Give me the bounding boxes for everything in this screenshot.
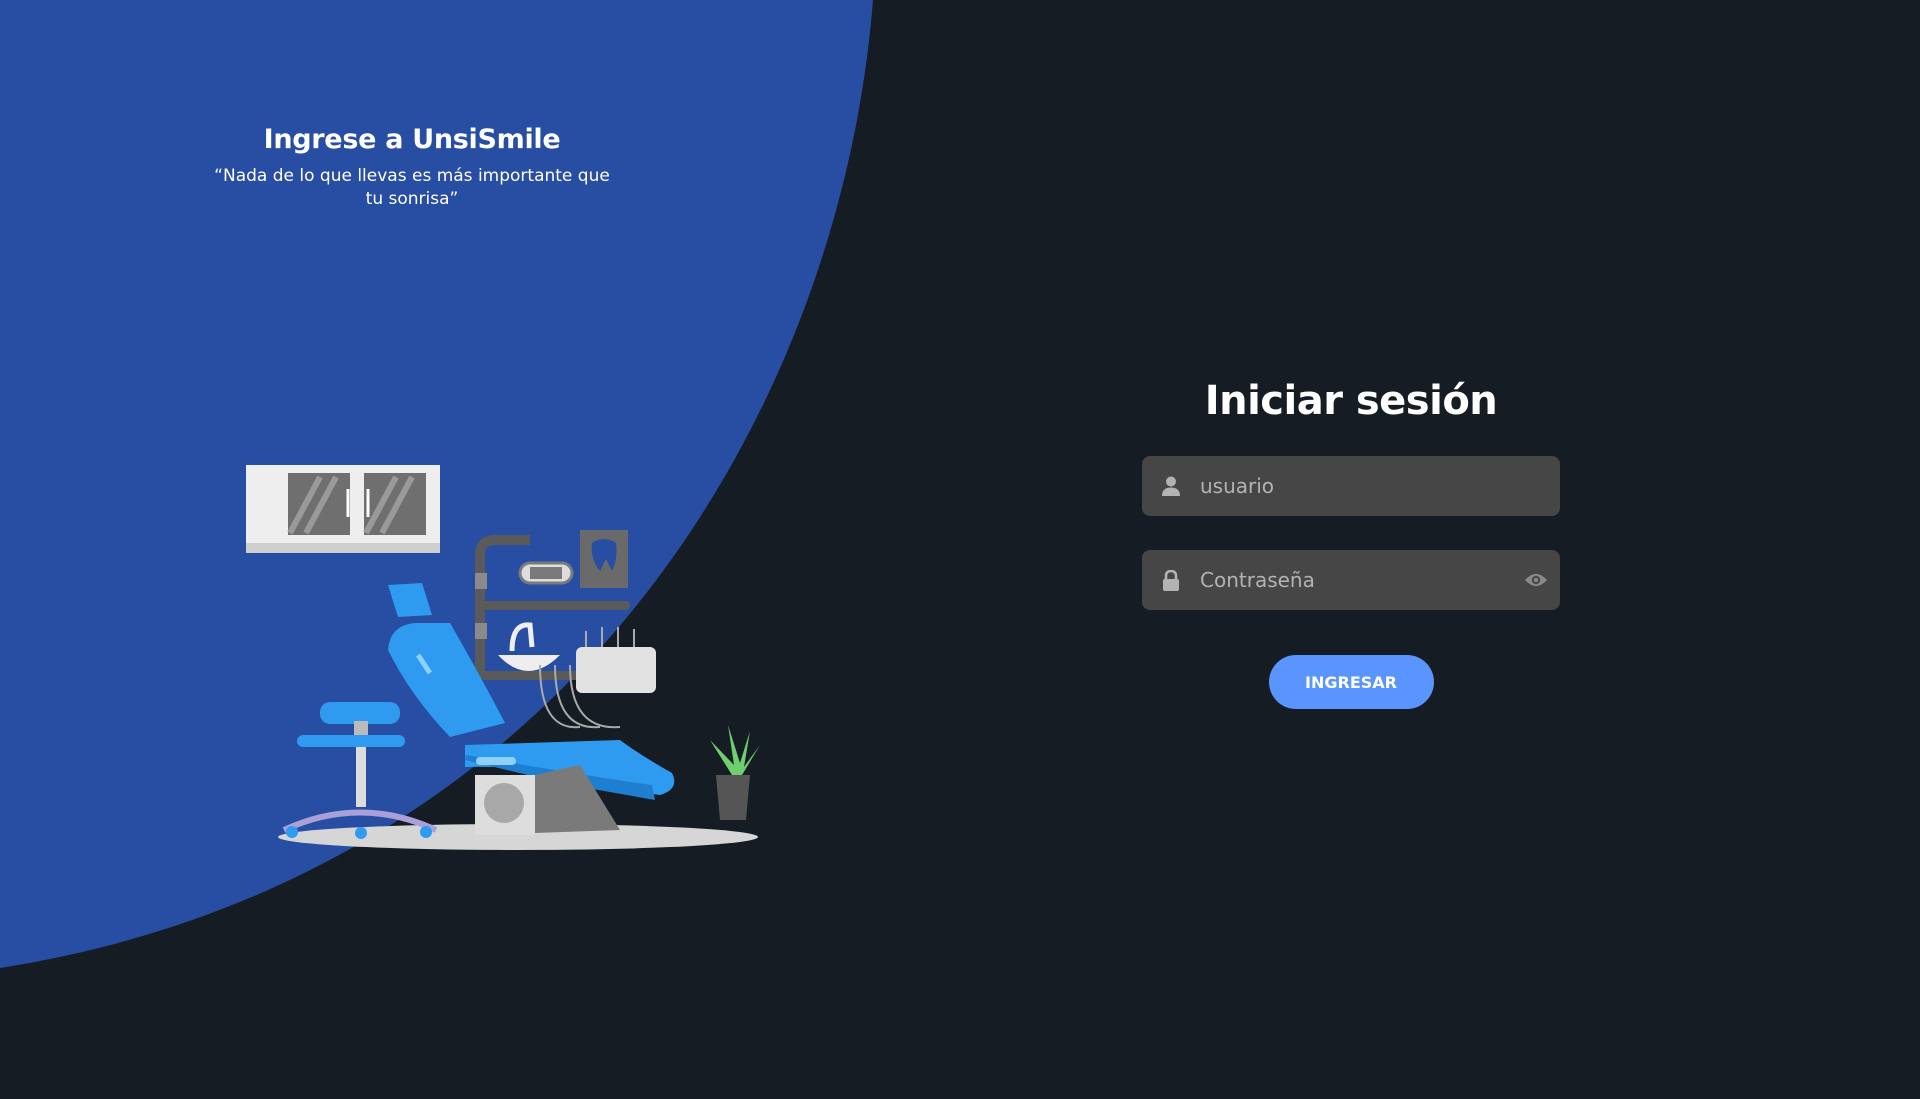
login-submit-button[interactable]: INGRESAR xyxy=(1268,655,1434,709)
eye-icon[interactable] xyxy=(1522,572,1550,588)
login-title: Iniciar sesión xyxy=(1204,378,1498,424)
login-page: Ingrese a UnsiSmile “Nada de lo que llev… xyxy=(0,0,1920,1099)
intro-title: Ingrese a UnsiSmile xyxy=(263,124,561,155)
password-input[interactable] xyxy=(1200,550,1522,610)
login-form: Iniciar sesión usuario INGRESAR xyxy=(1142,378,1560,709)
user-icon xyxy=(1158,476,1184,496)
submit-wrapper: INGRESAR xyxy=(1142,655,1560,709)
intro-quote: “Nada de lo que llevas es más importante… xyxy=(214,166,610,209)
username-field xyxy=(1142,456,1560,516)
dental-office-illustration xyxy=(246,465,760,850)
username-input[interactable] xyxy=(1200,456,1560,516)
lock-icon xyxy=(1158,569,1184,591)
intro-panel: Ingrese a UnsiSmile “Nada de lo que llev… xyxy=(200,124,624,211)
password-field xyxy=(1142,550,1560,610)
